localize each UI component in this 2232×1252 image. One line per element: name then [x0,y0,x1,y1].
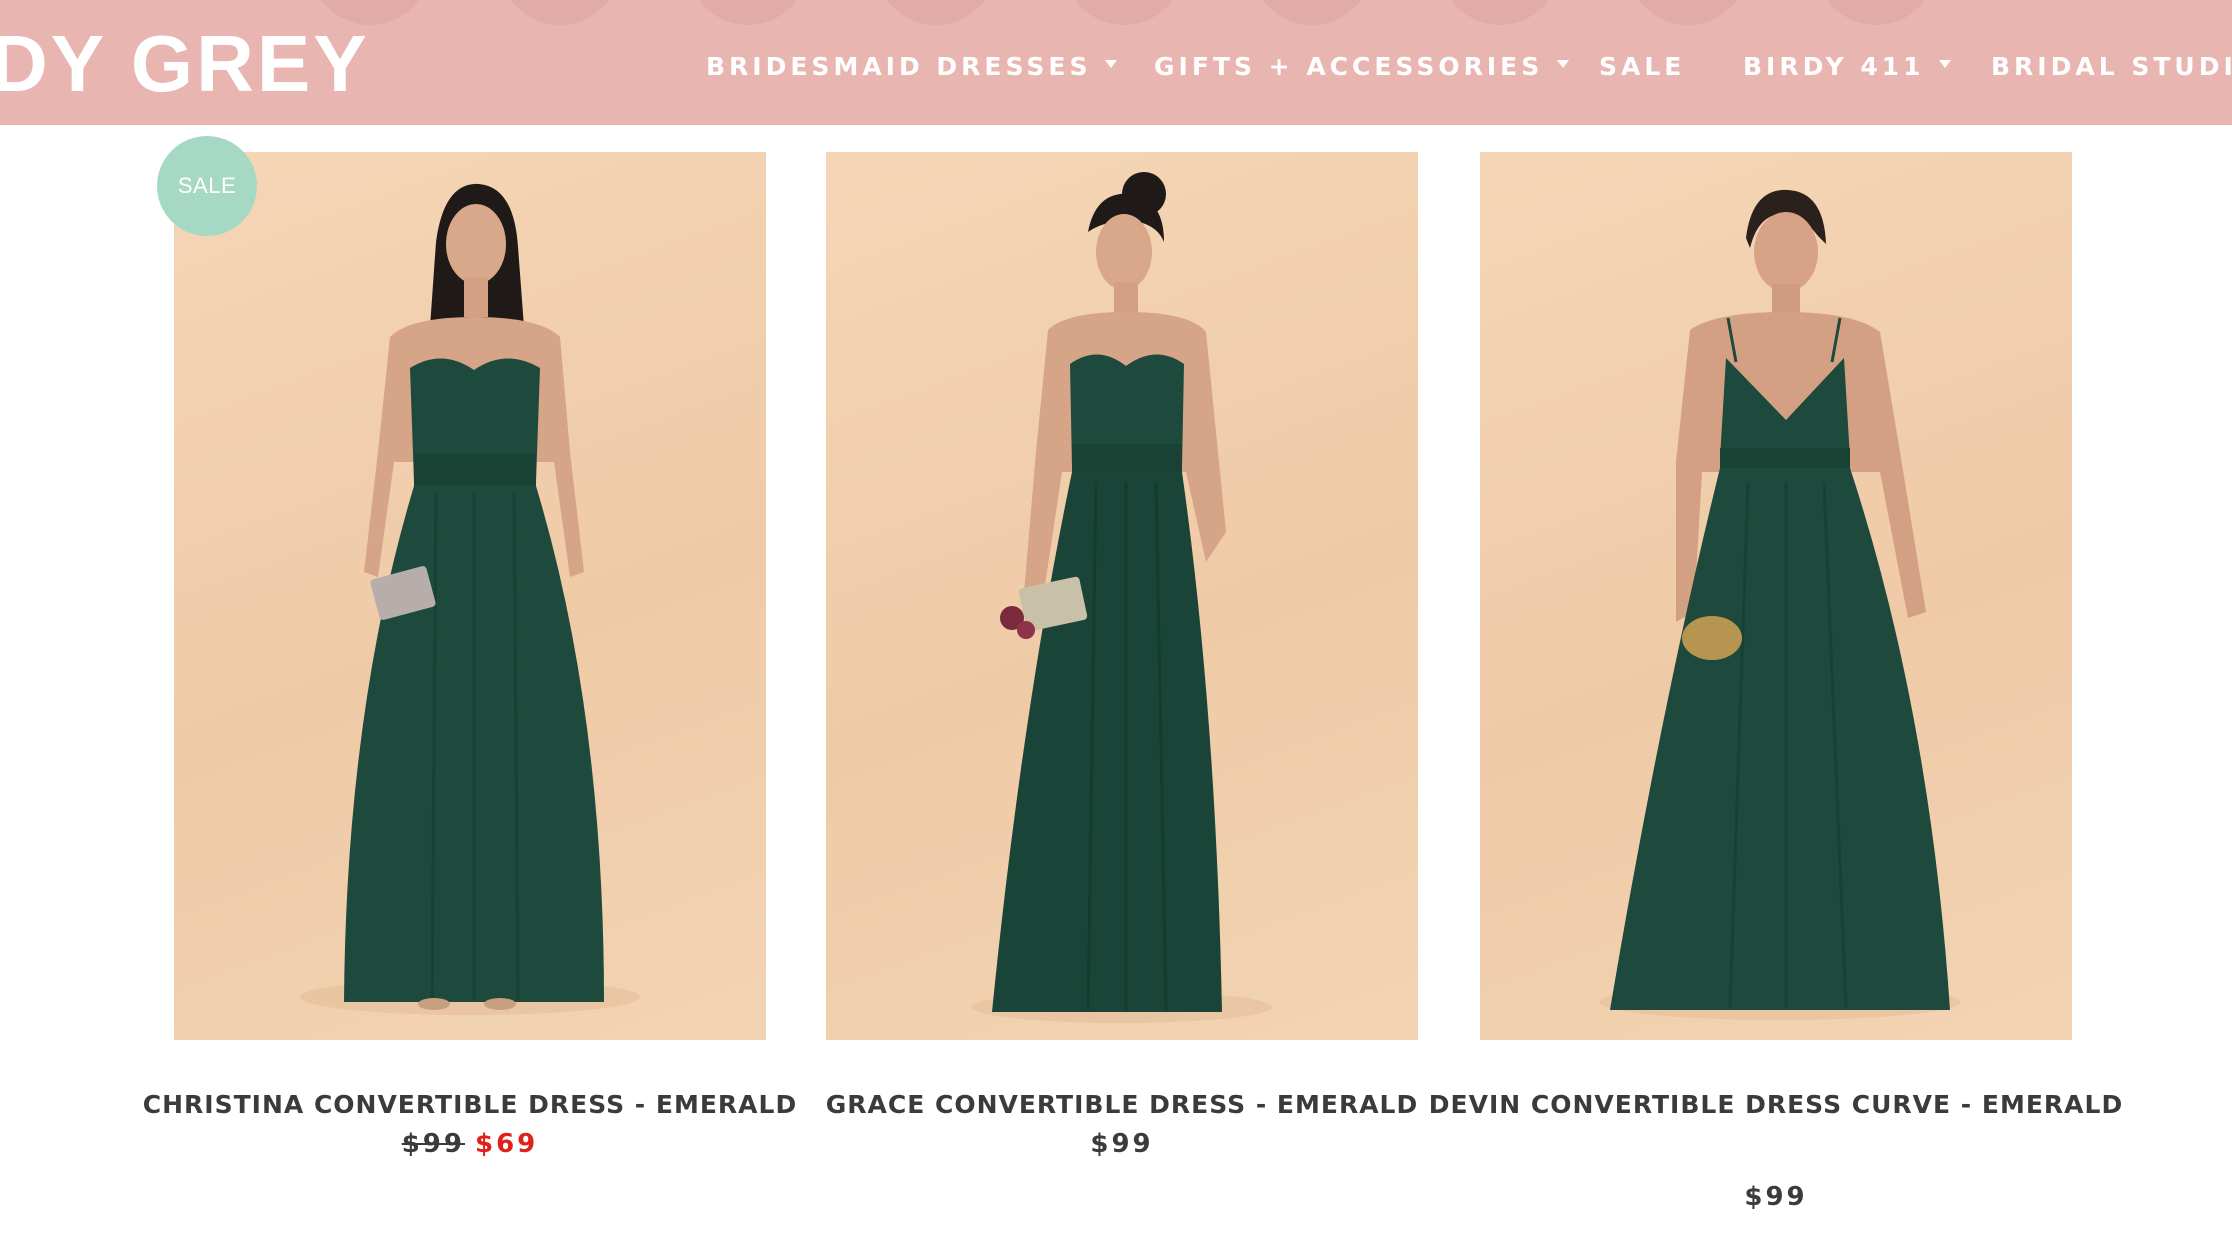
product-image[interactable] [1480,152,2072,1040]
nav-item-label: BRIDESMAID DRESSES [706,52,1092,81]
product-title[interactable]: GRACE CONVERTIBLE DRESS - EMERALD [766,1077,1478,1133]
product-price: $99 $69 [174,1129,766,1159]
nav-item-bridesmaid-dresses[interactable]: BRIDESMAID DRESSES [706,52,1118,81]
product-price: $99 [1090,1129,1154,1159]
price-original: $99 [401,1129,465,1159]
nav-item-label: BIRDY 411 [1743,52,1925,81]
nav-item-bridal-studio[interactable]: BRIDAL STUDIO [1991,52,2232,81]
product-price: $99 [1744,1182,1808,1212]
nav-item-label: SALE [1599,52,1686,81]
nav-item-sale[interactable]: SALE [1599,52,1685,81]
nav-item-gifts-accessories[interactable]: GIFTS + ACCESSORIES [1154,52,1570,81]
product-image[interactable] [826,152,1418,1040]
site-header: DY GREY BRIDESMAID DRESSES GIFTS + ACCES… [0,0,2232,125]
main-nav: BRIDESMAID DRESSES GIFTS + ACCESSORIES S… [0,0,2232,125]
sale-badge: SALE [157,136,257,236]
product-title[interactable]: DEVIN CONVERTIBLE DRESS CURVE - EMERALD [1420,1077,2132,1133]
price-sale: $69 [475,1129,539,1159]
product-title[interactable]: CHRISTINA CONVERTIBLE DRESS - EMERALD [114,1077,826,1133]
caret-down-icon [1938,59,1951,68]
caret-down-icon [1105,59,1118,68]
nav-item-label: BRIDAL STUDIO [1991,52,2232,81]
caret-down-icon [1557,59,1570,68]
nav-item-birdy-411[interactable]: BIRDY 411 [1743,52,1951,81]
nav-item-label: GIFTS + ACCESSORIES [1154,52,1544,81]
product-image[interactable] [174,152,766,1040]
